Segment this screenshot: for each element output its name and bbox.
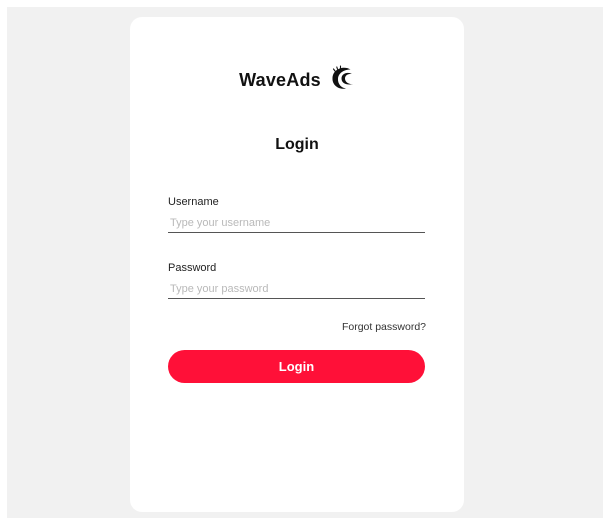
username-field: Username	[168, 195, 425, 233]
password-label: Password	[168, 262, 217, 274]
brand: WaveAds	[130, 65, 464, 91]
login-button[interactable]: Login	[168, 350, 425, 383]
wave-icon	[332, 65, 353, 89]
brand-name: WaveAds	[239, 69, 321, 90]
password-input[interactable]	[168, 279, 425, 299]
forgot-password-link[interactable]: Forgot password?	[342, 321, 426, 333]
login-card: WaveAds Login Username Password Forgot p…	[130, 17, 464, 512]
username-input[interactable]	[168, 213, 425, 233]
page-title: Login	[275, 136, 319, 153]
username-label: Username	[168, 196, 219, 208]
password-field: Password	[168, 261, 425, 299]
